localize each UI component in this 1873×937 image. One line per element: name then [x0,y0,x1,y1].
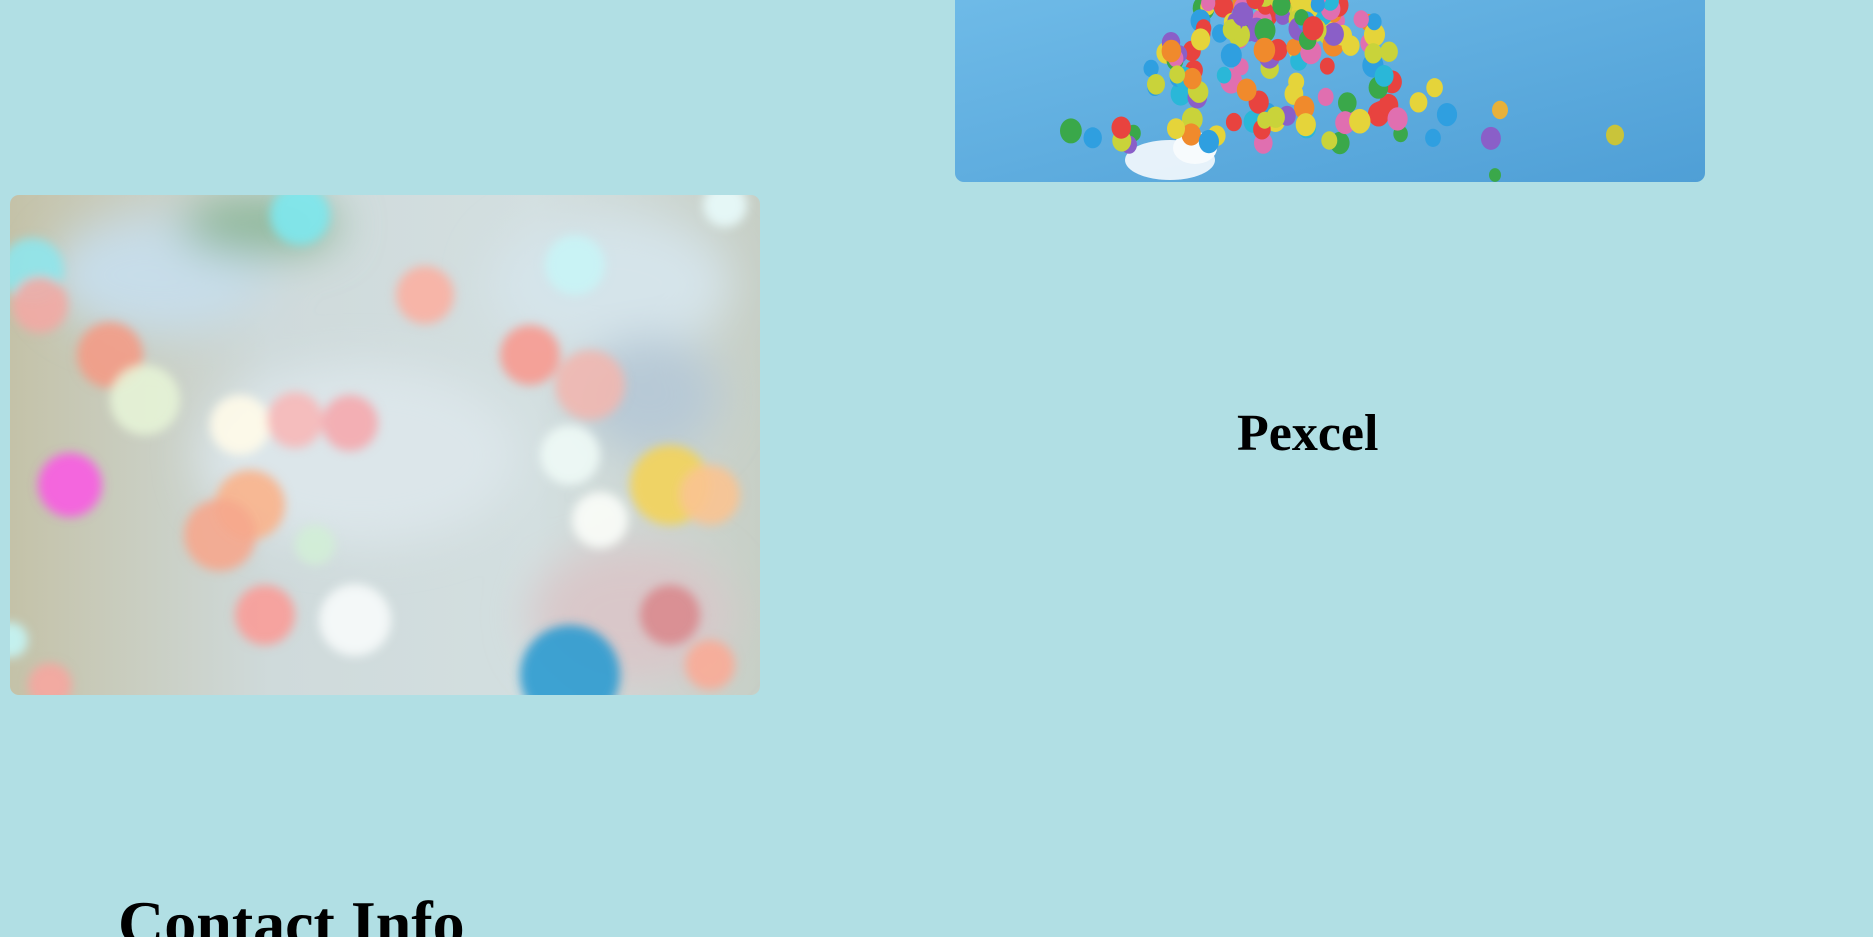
bokeh-light [12,277,68,333]
balloon [1480,126,1501,150]
bokeh-light [500,325,560,385]
balloon [1286,38,1302,56]
balloon [1409,92,1428,113]
bokeh-light [319,584,391,656]
balloon [1236,78,1257,102]
balloon [1606,124,1624,146]
balloon [1183,67,1202,90]
bokeh-light [685,640,735,690]
balloon [1425,128,1441,147]
balloon [1266,106,1285,128]
balloons-photo [955,0,1705,182]
balloon [1321,131,1338,150]
balloon [1492,100,1508,120]
balloon [1111,116,1131,139]
balloon [1353,10,1369,29]
contact-info-heading: Contact Info [118,888,465,937]
balloon [1380,41,1398,62]
balloon [1302,16,1324,41]
balloon [1426,78,1443,98]
bokeh-light [267,392,323,448]
balloon [1366,13,1382,31]
balloon [1323,22,1344,46]
balloon [1147,74,1165,95]
bokeh-light [110,365,180,435]
balloon [1060,118,1082,144]
balloon [1317,87,1334,106]
balloon [1167,118,1185,140]
balloon [1338,92,1357,114]
bokeh-image [10,195,760,695]
balloon [1387,107,1408,131]
balloon [1436,103,1458,127]
balloon [1489,168,1501,182]
bokeh-light [572,492,628,548]
balloon [1288,72,1305,92]
bokeh-light [396,266,454,324]
balloon [1349,108,1371,134]
gallery-caption: Pexcel [1237,405,1379,462]
balloon [1341,35,1360,56]
balloon [1220,43,1242,68]
balloon [1225,112,1242,132]
balloon [1198,129,1219,154]
balloon [1083,127,1102,149]
balloon [1253,37,1276,63]
bokeh-light [38,453,102,517]
bokeh-light [555,350,625,420]
bokeh-light [322,395,378,451]
bokeh-light [295,525,335,565]
bokeh-light [184,499,256,571]
balloon [1295,113,1316,137]
bokeh-light [235,585,295,645]
balloon [1191,28,1211,51]
bokeh-light [640,585,700,645]
balloon [1161,39,1182,63]
balloon [1374,65,1394,87]
page: Pexcel Contact Info [0,0,1873,937]
bokeh-light [210,395,270,455]
bokeh-lights-photo [10,195,760,695]
bokeh-light [680,465,740,525]
balloon [1169,65,1186,84]
balloon [1364,43,1383,64]
balloon [1216,66,1232,84]
bokeh-light [545,235,605,295]
bokeh-light [540,425,600,485]
balloons-image [955,0,1705,182]
balloon [1319,57,1335,75]
